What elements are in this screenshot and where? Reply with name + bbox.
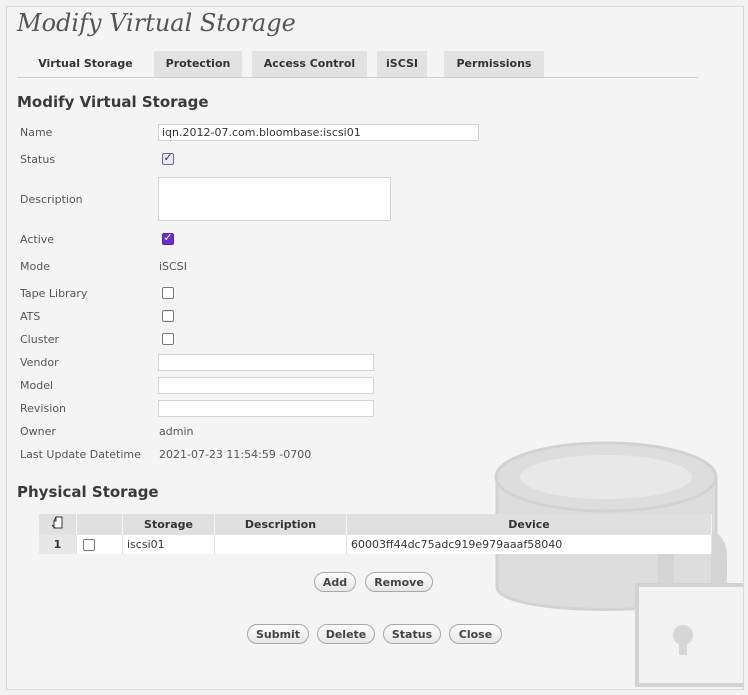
row-number: 1 [39,534,77,554]
last-update-value: 2021-07-23 11:54:59 -0700 [159,448,312,461]
vendor-field[interactable] [158,354,374,371]
checkbox-column-header [76,514,123,535]
row-selector-header[interactable] [39,514,77,535]
physical-storage-table: Storage Description Device 1 iscsi01 600… [39,514,712,554]
tape-library-label: Tape Library [20,287,88,300]
mode-value: iSCSI [159,260,187,273]
tape-library-checkbox[interactable] [162,287,174,299]
model-label: Model [20,379,54,392]
revision-field[interactable] [158,400,374,417]
vendor-label: Vendor [20,356,59,369]
tab-access-control[interactable]: Access Control [252,51,367,77]
name-field[interactable] [158,124,479,141]
owner-label: Owner [20,425,56,438]
checkmark-icon: ✓ [163,151,173,164]
select-all-icon [51,516,62,528]
form-section-title: Modify Virtual Storage [17,93,209,111]
owner-value: admin [159,425,194,438]
table-row[interactable]: 1 iscsi01 60003ff44dc75adc919e979aaaf580… [39,534,712,554]
locked-storage-watermark-icon [494,441,743,687]
status-checkbox[interactable]: ✓ [162,151,174,165]
description-field[interactable] [158,177,391,221]
tab-virtual-storage[interactable]: Virtual Storage [27,51,144,77]
tab-permissions[interactable]: Permissions [444,51,544,77]
row-checkbox-cell [76,534,123,554]
status-label: Status [20,153,56,166]
table-header-row: Storage Description Device [39,514,712,535]
tab-bar: Virtual Storage Protection Access Contro… [17,51,698,78]
tab-iscsi[interactable]: iSCSI [377,51,427,77]
ats-label: ATS [20,310,41,323]
remove-button[interactable]: Remove [365,572,433,592]
storage-column-header: Storage [122,514,215,535]
row-checkbox[interactable] [83,538,95,551]
revision-label: Revision [20,402,66,415]
cluster-label: Cluster [20,333,60,346]
status-button[interactable]: Status [383,624,441,644]
device-column-header: Device [346,514,712,535]
submit-button[interactable]: Submit [247,624,309,644]
delete-button[interactable]: Delete [317,624,375,644]
physical-storage-title: Physical Storage [17,483,159,501]
description-column-header: Description [214,514,347,535]
main-panel: Modify Virtual Storage Virtual Storage P… [6,6,744,690]
storage-cell: iscsi01 [122,534,215,554]
device-cell: 60003ff44dc75adc919e979aaaf58040 [346,534,712,554]
tab-protection[interactable]: Protection [154,51,242,77]
cluster-checkbox[interactable] [162,333,174,345]
model-field[interactable] [158,377,374,394]
mode-label: Mode [20,260,50,273]
active-label: Active [20,233,55,246]
name-label: Name [20,126,53,139]
description-label: Description [20,193,83,206]
description-cell [214,534,347,554]
active-checkbox[interactable]: ✓ [162,231,174,245]
close-button[interactable]: Close [449,624,502,644]
checkmark-icon: ✓ [163,231,173,244]
ats-checkbox[interactable] [162,310,174,322]
add-button[interactable]: Add [314,572,356,592]
last-update-label: Last Update Datetime [20,448,141,461]
page-title: Modify Virtual Storage [17,9,296,37]
